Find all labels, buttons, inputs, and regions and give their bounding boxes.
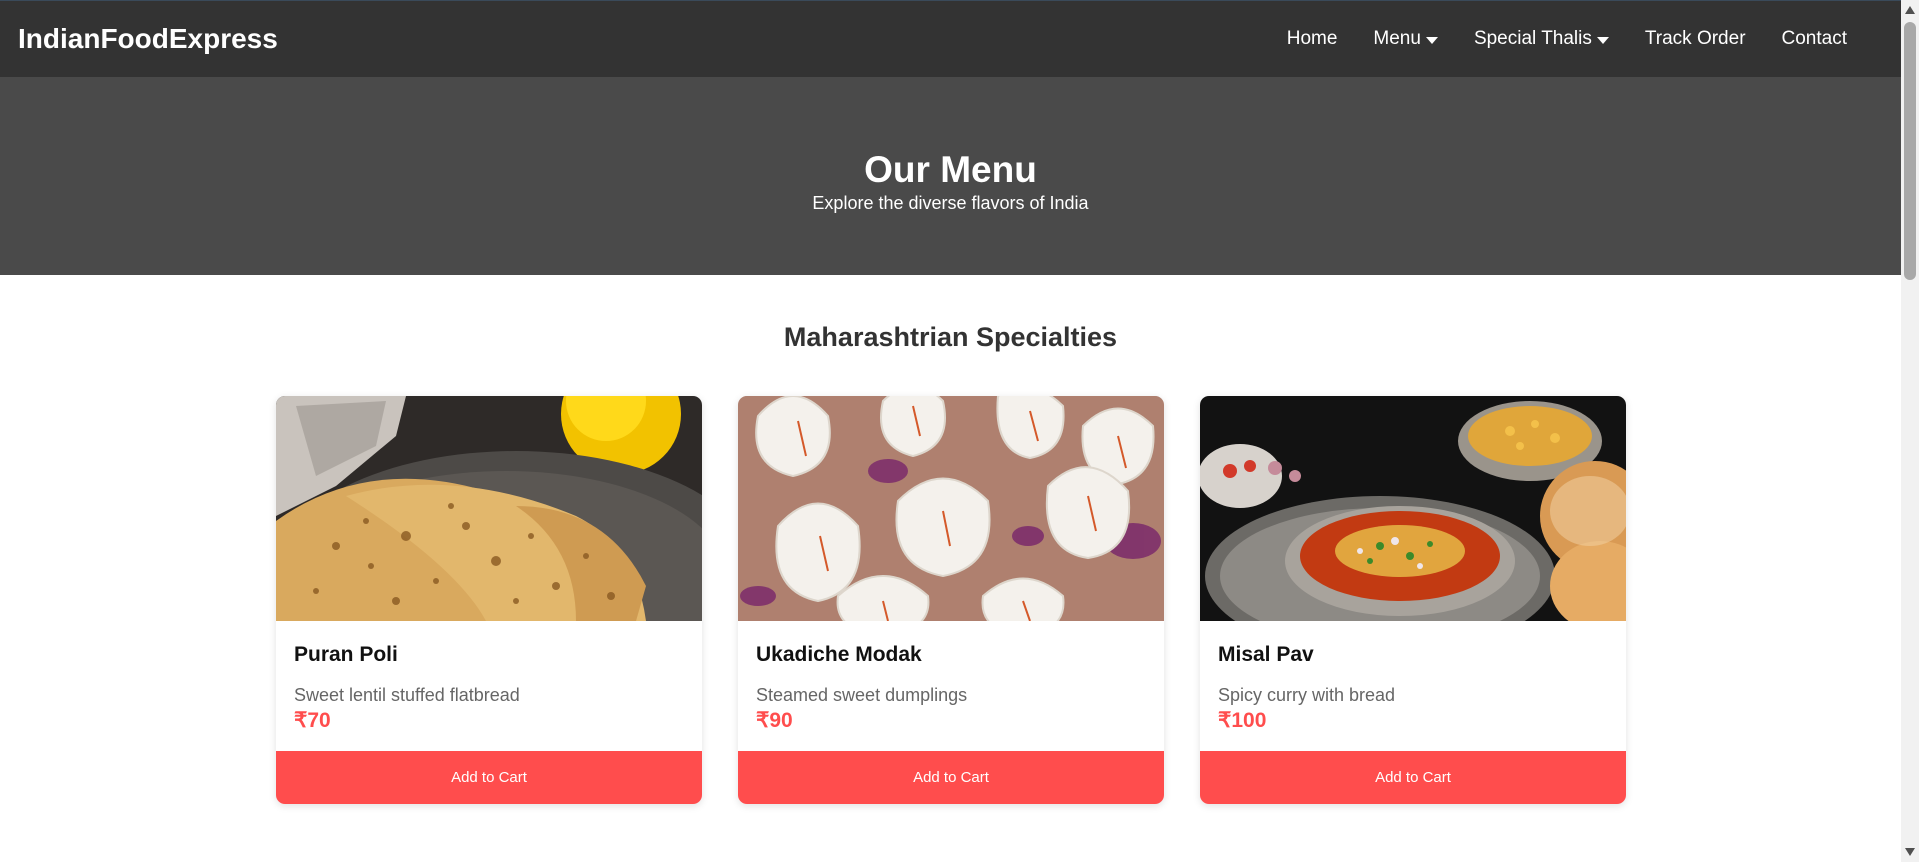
card-title: Misal Pav	[1218, 643, 1314, 666]
scroll-down-arrow-icon[interactable]	[1905, 848, 1915, 856]
nav-item-menu[interactable]: Menu	[1373, 28, 1438, 50]
card-title: Puran Poli	[294, 643, 398, 666]
hero-banner: Our Menu Explore the diverse flavors of …	[0, 77, 1901, 275]
caret-down-icon	[1596, 36, 1609, 44]
nav-item-track-order[interactable]: Track Order	[1645, 28, 1746, 50]
nav-item-label: Track Order	[1644, 28, 1746, 49]
nav-item-label: Special Thalis	[1473, 28, 1592, 49]
nav-item-home[interactable]: Home	[1287, 28, 1338, 50]
page: IndianFoodExpress Home Menu Special Thal…	[0, 0, 1901, 862]
scroll-up-arrow-icon[interactable]	[1905, 6, 1915, 14]
hero-title: Our Menu	[864, 148, 1037, 190]
card-description: Sweet lentil stuffed flatbread	[294, 685, 520, 705]
nav-item-special-thalis[interactable]: Special Thalis	[1474, 28, 1609, 50]
card-description: Steamed sweet dumplings	[756, 685, 968, 705]
caret-down-icon	[1425, 36, 1438, 44]
card-price: ₹70	[294, 709, 331, 732]
card-description: Spicy curry with bread	[1218, 685, 1396, 705]
nav-item-label: Contact	[1781, 28, 1847, 49]
add-to-cart-button[interactable]: Add to Cart	[276, 751, 702, 804]
nav-item-label: Menu	[1373, 28, 1421, 49]
card-price: ₹100	[1218, 709, 1267, 732]
menu-card: Misal Pav Spicy curry with bread ₹100 Ad…	[1200, 396, 1626, 804]
hero-subtitle: Explore the diverse flavors of India	[812, 192, 1089, 213]
navbar: IndianFoodExpress Home Menu Special Thal…	[0, 0, 1901, 77]
card-body: Misal Pav Spicy curry with bread ₹100	[1200, 621, 1626, 733]
misal-pav-image	[1200, 396, 1626, 621]
nav-item-contact[interactable]: Contact	[1782, 28, 1847, 50]
menu-cards: Puran Poli Sweet lentil stuffed flatbrea…	[276, 396, 1626, 804]
scrollbar-thumb[interactable]	[1904, 22, 1916, 280]
card-body: Puran Poli Sweet lentil stuffed flatbrea…	[276, 621, 702, 733]
menu-card: Ukadiche Modak Steamed sweet dumplings ₹…	[738, 396, 1164, 804]
brand-logo[interactable]: IndianFoodExpress	[18, 23, 278, 55]
modak-image	[738, 396, 1164, 621]
puran-poli-image	[276, 396, 702, 621]
nav-menu: Home Menu Special Thalis Track Order Con…	[1251, 28, 1847, 50]
card-title: Ukadiche Modak	[756, 643, 922, 666]
add-to-cart-button[interactable]: Add to Cart	[1200, 751, 1626, 804]
add-to-cart-button[interactable]: Add to Cart	[738, 751, 1164, 804]
vertical-scrollbar[interactable]	[1901, 0, 1919, 862]
nav-item-label: Home	[1286, 28, 1338, 49]
card-price: ₹90	[756, 709, 793, 732]
menu-card: Puran Poli Sweet lentil stuffed flatbrea…	[276, 396, 702, 804]
section-title: Maharashtrian Specialties	[783, 322, 1118, 352]
card-body: Ukadiche Modak Steamed sweet dumplings ₹…	[738, 621, 1164, 733]
